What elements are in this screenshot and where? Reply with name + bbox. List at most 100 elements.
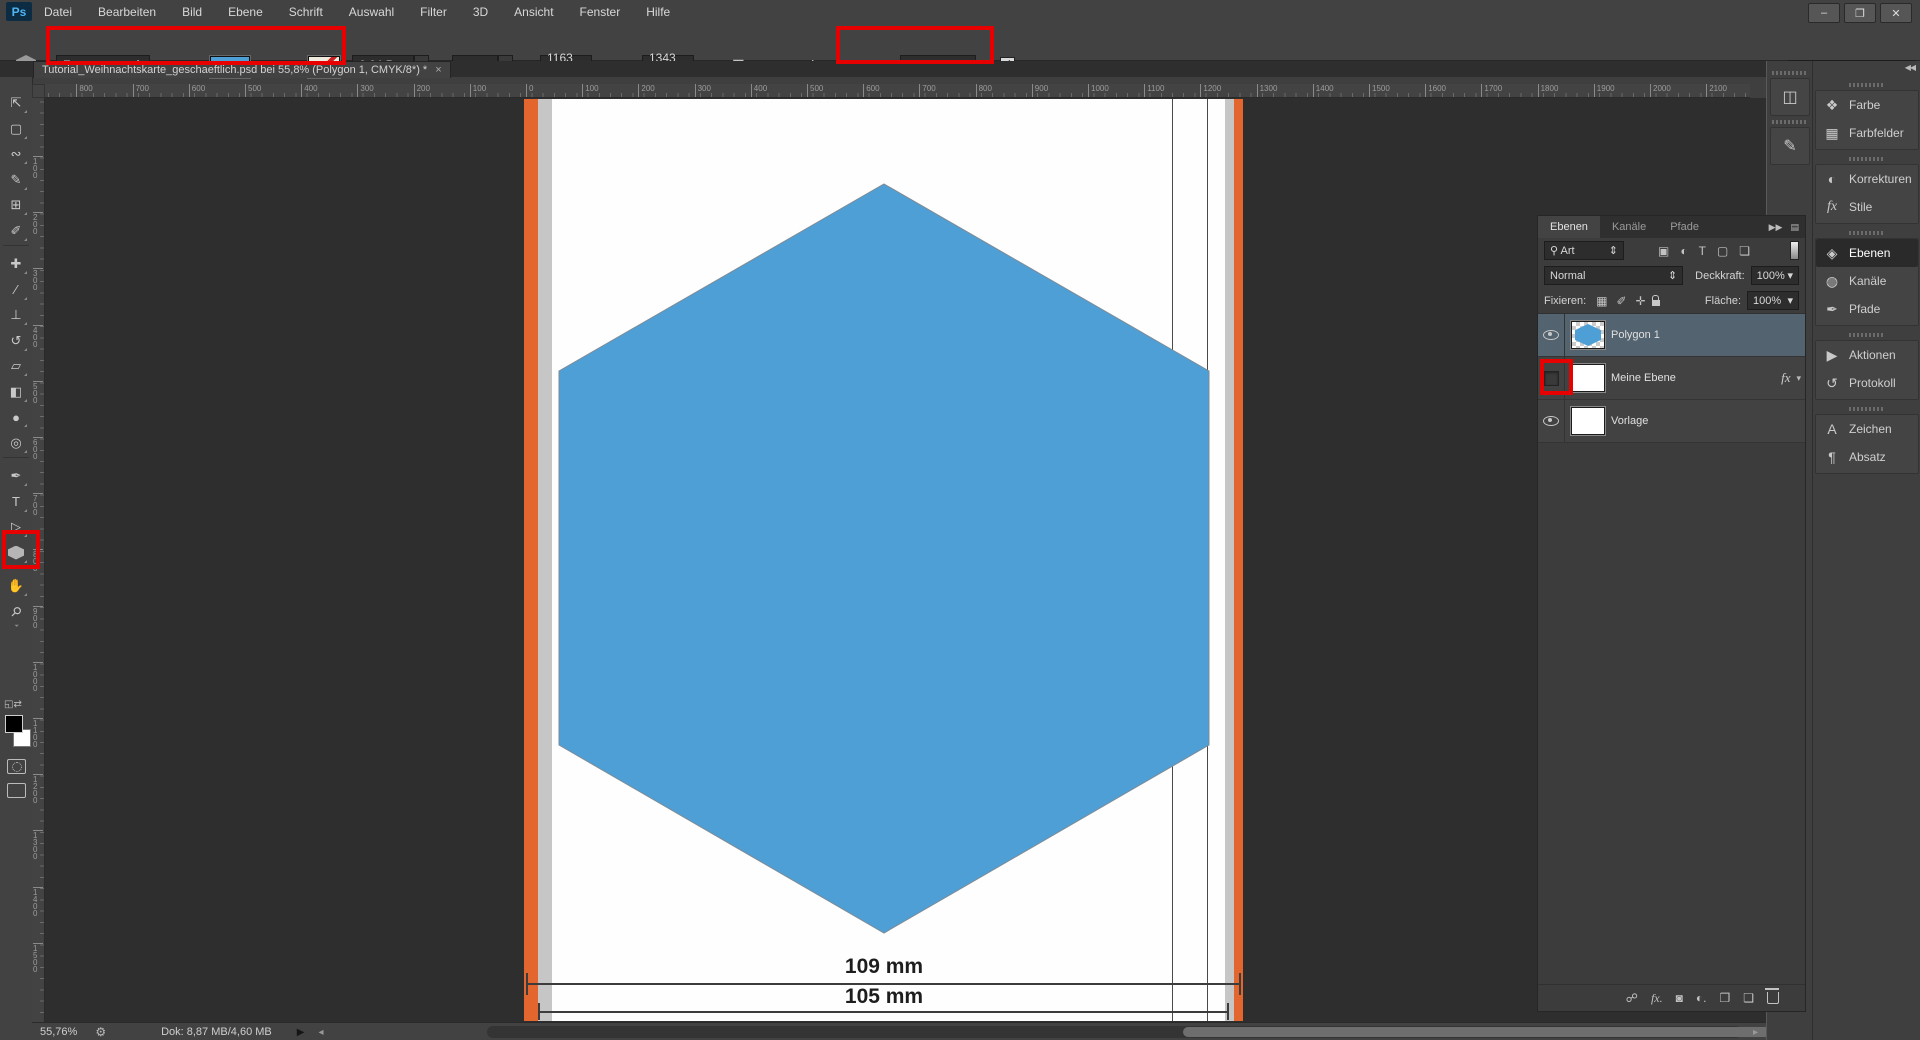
smart-object-filter-icon[interactable]: ❏ xyxy=(1739,244,1750,258)
canvas-viewport[interactable]: 109 mm 105 mm xyxy=(45,98,1766,1022)
properties-panel-icon[interactable]: ◫ xyxy=(1770,78,1810,116)
brush-presets-panel-icon[interactable]: ✎ xyxy=(1770,127,1810,165)
eyedropper-tool[interactable]: ✐ xyxy=(4,220,28,242)
layer-style-icon[interactable]: fx. xyxy=(1651,991,1663,1006)
panel-expand-icon[interactable]: ▶▶ xyxy=(1769,222,1783,233)
lock-transparency-icon[interactable]: ▦ xyxy=(1596,294,1607,308)
layer-row-meine-ebene[interactable]: Meine Ebenefx▾ xyxy=(1538,357,1805,400)
type-layer-filter-icon[interactable]: T xyxy=(1699,244,1706,258)
adjustment-layer-icon[interactable]: ◐. xyxy=(1696,991,1707,1005)
tab-pfade[interactable]: Pfade xyxy=(1658,216,1711,238)
panel-menu-icon[interactable]: ▤ xyxy=(1790,222,1799,233)
layer-row-polygon-1[interactable]: Polygon 1 xyxy=(1538,314,1805,357)
layer-visibility-cell[interactable] xyxy=(1538,357,1565,399)
menu-datei[interactable]: Datei xyxy=(44,5,72,19)
dock-item-swatches-panel[interactable]: ▦Farbfelder xyxy=(1816,119,1918,147)
scroll-left-arrow-icon[interactable]: ◂ xyxy=(318,1027,323,1038)
eye-icon[interactable] xyxy=(1543,330,1559,340)
menu-bild[interactable]: Bild xyxy=(182,5,202,19)
new-layer-icon[interactable]: ❏ xyxy=(1743,991,1754,1005)
scroll-right-arrow-icon[interactable]: ▸ xyxy=(1753,1027,1758,1038)
menu-bearbeiten[interactable]: Bearbeiten xyxy=(98,5,156,19)
type-tool[interactable]: T xyxy=(4,491,28,513)
menu-auswahl[interactable]: Auswahl xyxy=(349,5,394,19)
dock-item-actions-panel[interactable]: ▶Aktionen xyxy=(1816,341,1918,369)
pen-tool[interactable]: ✒ xyxy=(4,465,28,487)
layer-row-vorlage[interactable]: Vorlage xyxy=(1538,400,1805,443)
lock-all-icon[interactable] xyxy=(1652,300,1660,306)
blur-tool[interactable]: ● xyxy=(4,406,28,428)
zoom-tool[interactable]: ⚲ xyxy=(0,595,32,628)
lock-position-icon[interactable]: ✛ xyxy=(1636,294,1646,308)
foreground-color-swatch[interactable] xyxy=(5,715,23,733)
dock-drag-handle[interactable] xyxy=(1772,120,1808,124)
dock-item-channels-panel[interactable]: ◍Kanäle xyxy=(1816,267,1918,295)
ruler-origin-corner[interactable] xyxy=(32,84,45,98)
paint-bucket-tool[interactable]: ◧ xyxy=(4,381,28,403)
restore-button[interactable]: ❐ xyxy=(1844,3,1876,23)
quick-mask-icon[interactable] xyxy=(7,759,26,774)
filter-toggle-switch[interactable] xyxy=(1790,241,1799,260)
dock-item-color-panel[interactable]: ❖Farbe xyxy=(1816,91,1918,119)
layer-mask-icon[interactable]: ◙ xyxy=(1676,991,1683,1005)
layer-fx-badge[interactable]: fx xyxy=(1781,370,1790,386)
adjustment-layer-filter-icon[interactable]: ◐ xyxy=(1680,244,1687,258)
status-play-icon[interactable]: ▶ xyxy=(297,1027,305,1038)
tab-ebenen[interactable]: Ebenen xyxy=(1538,216,1600,238)
dock-drag-handle[interactable] xyxy=(1849,333,1885,337)
vertical-ruler[interactable]: 1 0 02 0 03 0 04 0 05 0 06 0 07 0 08 0 0… xyxy=(32,98,45,1022)
eraser-tool[interactable]: ▱ xyxy=(4,355,28,377)
minimize-button[interactable]: – xyxy=(1808,3,1840,23)
document-close-icon[interactable]: × xyxy=(435,64,441,76)
menu-filter[interactable]: Filter xyxy=(420,5,447,19)
collapse-dock-icon[interactable]: ◀◀ xyxy=(1905,63,1915,72)
blend-mode-select[interactable]: Normal⇕ xyxy=(1544,266,1683,285)
layer-thumbnail[interactable] xyxy=(1571,364,1605,392)
polygon-shape[interactable] xyxy=(524,99,1243,1021)
link-layers-icon[interactable]: ☍ xyxy=(1626,991,1638,1005)
move-tool[interactable]: ⇱ xyxy=(4,92,28,114)
delete-layer-icon[interactable] xyxy=(1767,992,1779,1004)
document-tab[interactable]: Tutorial_Weihnachtskarte_geschaeftlich.p… xyxy=(33,61,451,78)
status-options-icon[interactable]: ⚙ xyxy=(95,1025,106,1039)
healing-brush-tool[interactable]: ✚ xyxy=(4,253,28,275)
horizontal-scrollbar[interactable] xyxy=(487,1026,1742,1038)
layer-thumbnail[interactable] xyxy=(1571,407,1605,435)
history-brush-tool[interactable]: ↺ xyxy=(4,330,28,352)
menu-schrift[interactable]: Schrift xyxy=(289,5,323,19)
dock-drag-handle[interactable] xyxy=(1849,157,1885,161)
opacity-field[interactable]: 100%▾ xyxy=(1751,266,1799,285)
eye-checkbox-empty[interactable] xyxy=(1544,371,1559,386)
brush-tool[interactable]: ∕ xyxy=(4,279,28,301)
marquee-tool[interactable]: ▢ xyxy=(4,118,28,140)
dock-item-paths-panel[interactable]: ✒Pfade xyxy=(1816,295,1918,323)
shape-layer-filter-icon[interactable]: ▢ xyxy=(1717,244,1728,258)
layer-visibility-cell[interactable] xyxy=(1538,314,1565,356)
eye-icon[interactable] xyxy=(1543,416,1559,426)
dock-drag-handle[interactable] xyxy=(1849,83,1885,87)
menu-ansicht[interactable]: Ansicht xyxy=(514,5,553,19)
fx-expand-caret-icon[interactable]: ▾ xyxy=(1796,373,1801,384)
layer-thumbnail[interactable] xyxy=(1571,321,1605,349)
dock-drag-handle[interactable] xyxy=(1849,231,1885,235)
new-group-icon[interactable]: ❐ xyxy=(1719,991,1730,1005)
menu-ebene[interactable]: Ebene xyxy=(228,5,263,19)
layer-visibility-cell[interactable] xyxy=(1538,400,1565,442)
screen-mode-icon[interactable] xyxy=(7,783,26,798)
path-selection-tool[interactable]: ▷ xyxy=(4,516,28,538)
dock-item-paragraph-panel[interactable]: ¶Absatz xyxy=(1816,443,1918,471)
layer-filter-select[interactable]: ⚲ Art ⇕ xyxy=(1544,241,1624,260)
lasso-tool[interactable]: ∾ xyxy=(4,143,28,165)
quick-selection-tool[interactable]: ✎ xyxy=(4,169,28,191)
layer-fill-field[interactable]: 100%▾ xyxy=(1747,291,1799,310)
tab-kanäle[interactable]: Kanäle xyxy=(1600,216,1658,238)
dock-item-character-panel[interactable]: AZeichen xyxy=(1816,415,1918,443)
swap-colors-icon[interactable]: ◱⇄ xyxy=(4,699,22,710)
dock-drag-handle[interactable] xyxy=(1849,407,1885,411)
dock-item-adjustments-panel[interactable]: ◐Korrekturen xyxy=(1816,165,1918,193)
dock-item-history-panel[interactable]: ↺Protokoll xyxy=(1816,369,1918,397)
shape-tool[interactable] xyxy=(4,542,28,564)
horizontal-ruler[interactable]: 8007006005004003002001000100200300400500… xyxy=(45,84,1750,98)
dock-item-styles-panel[interactable]: fxStile xyxy=(1816,193,1918,221)
menu-3d[interactable]: 3D xyxy=(473,5,488,19)
